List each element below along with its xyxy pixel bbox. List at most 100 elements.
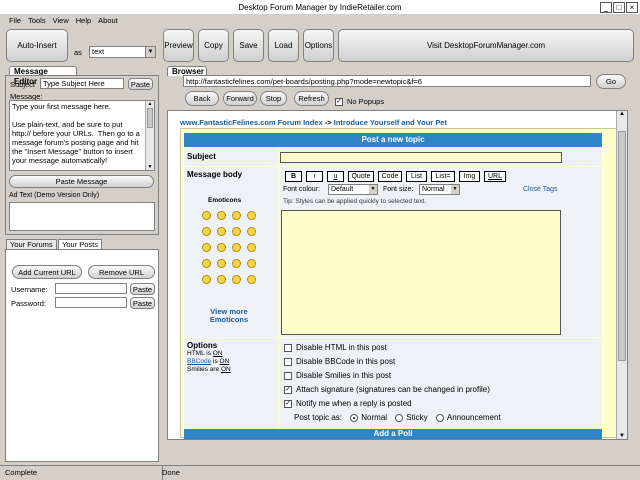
underline-button[interactable]: u [327, 171, 344, 182]
disable-html-option[interactable]: Disable HTML in this post [284, 341, 597, 355]
scroll-up-icon[interactable]: ▲ [617, 111, 627, 117]
italic-button[interactable]: i [306, 171, 323, 182]
maximize-icon[interactable]: □ [613, 2, 625, 13]
url-button[interactable]: URL [484, 171, 506, 182]
sticky-radio[interactable] [395, 413, 404, 422]
minimize-icon[interactable]: _ [600, 2, 612, 13]
chevron-down-icon[interactable]: ▼ [451, 185, 459, 194]
back-button[interactable]: Back [185, 91, 219, 106]
disable-smilies-checkbox[interactable] [284, 371, 292, 380]
breadcrumb-forum-index[interactable]: www.FantasticFelines.com Forum Index [180, 118, 323, 127]
no-popups-checkbox[interactable]: ✓ [335, 98, 343, 107]
disable-smilies-option[interactable]: Disable Smilies in this post [284, 369, 597, 383]
emoticon-icon[interactable] [202, 211, 211, 220]
message-scrollbar[interactable]: ▲ ▼ [145, 101, 154, 170]
code-button[interactable]: Code [378, 171, 402, 182]
scroll-down-icon[interactable]: ▼ [617, 433, 627, 439]
emoticon-icon[interactable] [202, 259, 211, 268]
message-body-textarea[interactable] [281, 210, 561, 335]
bold-button[interactable]: B [285, 171, 302, 182]
announcement-option[interactable]: Announcement [435, 413, 501, 422]
normal-option[interactable]: Normal [350, 413, 387, 422]
close-icon[interactable]: × [626, 2, 638, 13]
disable-bbcode-checkbox[interactable] [284, 357, 292, 366]
chevron-down-icon[interactable]: ▼ [145, 47, 155, 57]
emoticon-icon[interactable] [232, 275, 241, 284]
quote-button[interactable]: Quote [348, 171, 374, 182]
chevron-down-icon[interactable]: ▼ [369, 185, 377, 194]
notify-reply-option[interactable]: ✓ Notify me when a reply is posted [284, 397, 597, 411]
sticky-option[interactable]: Sticky [395, 413, 428, 422]
save-button[interactable]: Save [233, 29, 264, 62]
close-tags-link[interactable]: Close Tags [523, 186, 558, 193]
no-popups-toggle[interactable]: ✓ No Popups [335, 97, 384, 107]
font-colour-select[interactable]: Default ▼ [328, 184, 378, 195]
emoticon-icon[interactable] [202, 275, 211, 284]
emoticon-icon[interactable] [232, 259, 241, 268]
menu-about[interactable]: About [98, 15, 118, 27]
auto-insert-button[interactable]: Auto-Insert [6, 29, 68, 62]
scroll-down-icon[interactable]: ▼ [146, 164, 154, 170]
scroll-thumb[interactable] [147, 108, 153, 128]
refresh-button[interactable]: Refresh [294, 91, 329, 106]
emoticon-icon[interactable] [232, 227, 241, 236]
emoticon-icon[interactable] [202, 243, 211, 252]
username-input[interactable] [55, 283, 127, 294]
post-subject-input[interactable] [280, 152, 562, 163]
username-paste-button[interactable]: Paste [130, 283, 155, 295]
go-button[interactable]: Go [596, 74, 626, 89]
add-current-url-button[interactable]: Add Current URL [12, 265, 82, 279]
paste-message-button[interactable]: Paste Message [9, 175, 154, 188]
emoticon-icon[interactable] [247, 227, 256, 236]
scroll-up-icon[interactable]: ▲ [146, 101, 154, 107]
emoticon-icon[interactable] [232, 243, 241, 252]
remove-url-button[interactable]: Remove URL [88, 265, 155, 279]
emoticon-icon[interactable] [247, 259, 256, 268]
font-size-select[interactable]: Normal ▼ [419, 184, 460, 195]
url-input[interactable] [183, 75, 591, 87]
disable-bbcode-option[interactable]: Disable BBCode in this post [284, 355, 597, 369]
forward-button[interactable]: Forward [223, 91, 257, 106]
emoticon-icon[interactable] [217, 259, 226, 268]
emoticon-icon[interactable] [217, 243, 226, 252]
menu-help[interactable]: Help [76, 15, 91, 27]
options-button[interactable]: Options [303, 29, 334, 62]
emoticon-icon[interactable] [247, 275, 256, 284]
disable-html-checkbox[interactable] [284, 343, 292, 352]
emoticon-icon[interactable] [217, 211, 226, 220]
attach-signature-checkbox[interactable]: ✓ [284, 385, 292, 394]
img-button[interactable]: Img [459, 171, 480, 182]
stop-button[interactable]: Stop [260, 91, 287, 106]
announcement-radio[interactable] [435, 413, 444, 422]
forums-list[interactable] [6, 312, 158, 461]
view-more-emoticons-link[interactable]: View more Emoticons [198, 308, 260, 324]
subject-input[interactable] [40, 78, 124, 89]
subject-paste-button[interactable]: Paste [128, 78, 153, 90]
password-paste-button[interactable]: Paste [130, 297, 155, 309]
emoticon-icon[interactable] [247, 243, 256, 252]
web-scroll-thumb[interactable] [618, 131, 626, 361]
notify-reply-checkbox[interactable]: ✓ [284, 399, 292, 408]
menu-view[interactable]: View [53, 15, 69, 27]
list-button[interactable]: List [406, 171, 427, 182]
copy-button[interactable]: Copy [198, 29, 229, 62]
password-input[interactable] [55, 297, 127, 308]
web-scrollbar[interactable]: ▲ ▼ [616, 111, 627, 439]
load-button[interactable]: Load [268, 29, 299, 62]
message-textarea[interactable]: Type your first message here. Use plain-… [9, 100, 155, 171]
bbcode-link[interactable]: BBCode [187, 358, 211, 365]
menu-tools[interactable]: Tools [28, 15, 46, 27]
attach-signature-option[interactable]: ✓ Attach signature (signatures can be cha… [284, 383, 597, 397]
menu-file[interactable]: File [9, 15, 21, 27]
ordered-list-button[interactable]: List= [431, 171, 455, 182]
breadcrumb-topic[interactable]: Introduce Yourself and Your Pet [334, 118, 447, 127]
emoticon-icon[interactable] [217, 227, 226, 236]
emoticon-icon[interactable] [232, 211, 241, 220]
emoticon-icon[interactable] [217, 275, 226, 284]
emoticon-icon[interactable] [202, 227, 211, 236]
visit-site-button[interactable]: Visit DesktopForumManager.com [338, 29, 634, 62]
as-select[interactable]: text ▼ [89, 46, 156, 58]
normal-radio[interactable] [350, 413, 359, 422]
preview-button[interactable]: Preview [163, 29, 194, 62]
emoticon-icon[interactable] [247, 211, 256, 220]
